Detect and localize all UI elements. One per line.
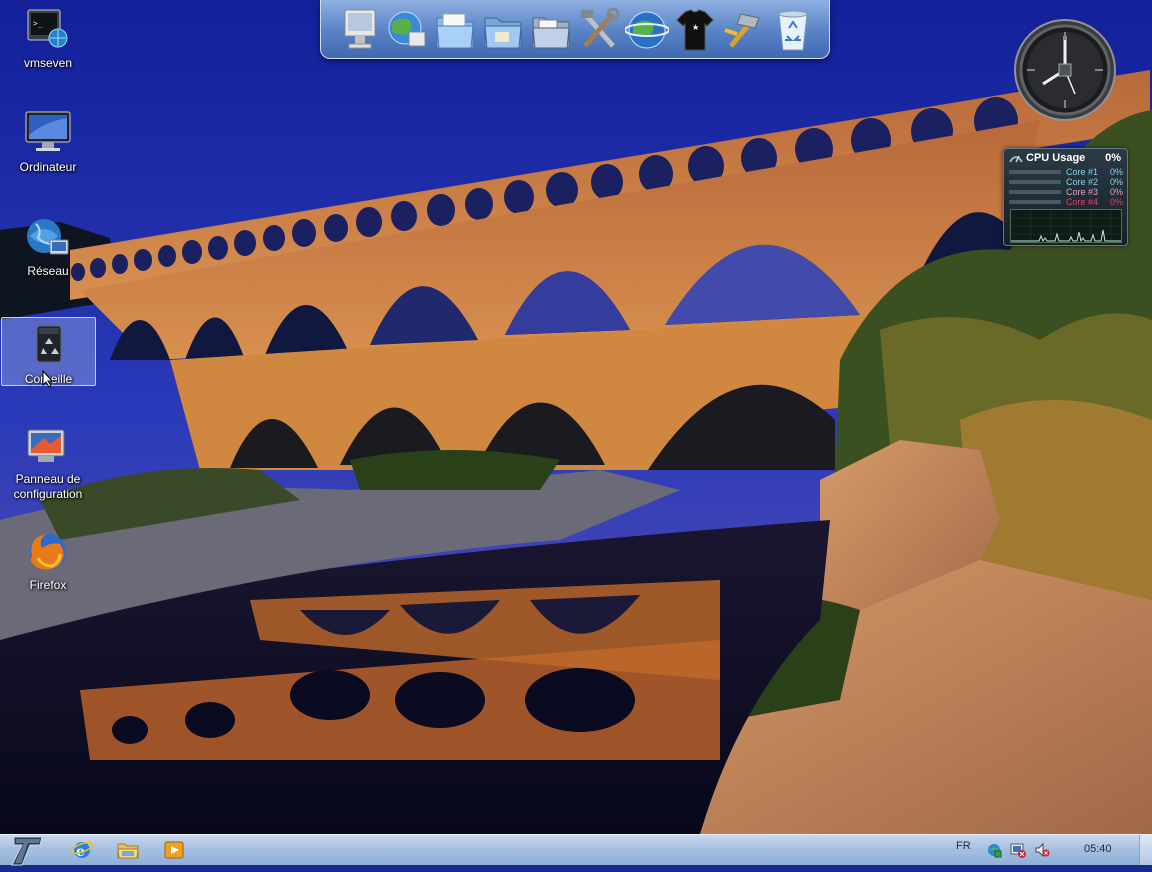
core-bar (1009, 200, 1061, 204)
taskbar: e FR 05:40 (0, 834, 1152, 866)
dock-computer-button[interactable] (339, 6, 383, 54)
desktop-icon-panneau-de-configuration[interactable]: Panneau de configuration (8, 422, 88, 502)
svg-text:>_: >_ (33, 19, 43, 28)
desktop-icon-ordinateur[interactable]: Ordinateur (8, 110, 88, 175)
tools-icon (581, 7, 620, 48)
tshirt-icon: ★ (676, 9, 714, 51)
cpu-gauge-icon (1009, 155, 1023, 163)
network-tray-button[interactable] (986, 842, 1002, 858)
desktop-icon-reseau[interactable]: Réseau (8, 214, 88, 279)
desktop-icon-firefox[interactable]: Firefox (8, 528, 88, 593)
taskbar-clock[interactable]: 05:40 (1084, 843, 1112, 855)
dock-pictures-button[interactable] (529, 6, 573, 54)
media-player-icon (164, 841, 184, 859)
network-icon (24, 214, 72, 262)
core-bar (1009, 190, 1061, 194)
taskbar-media-player-button[interactable] (162, 839, 186, 861)
documents-folder-icon (436, 13, 474, 49)
core-bar (1009, 170, 1061, 174)
recycle-bin-icon (25, 322, 73, 370)
action-center-icon (1010, 843, 1026, 858)
dock-network-button[interactable] (385, 6, 429, 54)
internet-globe-icon (624, 11, 670, 49)
language-indicator[interactable]: FR (956, 840, 971, 852)
network-tray-icon (988, 844, 1002, 858)
computer-icon (344, 9, 376, 49)
dock-documents-button[interactable] (433, 6, 477, 54)
computer-icon (24, 110, 72, 158)
cpu-usage-title: CPU Usage (1026, 152, 1086, 164)
core-value: 0% (1109, 187, 1123, 197)
core-name: Core #4 (1066, 197, 1099, 207)
svg-text:★: ★ (692, 23, 699, 32)
action-center-button[interactable] (1010, 842, 1026, 858)
core-value: 0% (1109, 167, 1123, 177)
mouse-cursor-icon (42, 370, 54, 388)
desktop-icon-label: configuration (13, 487, 83, 501)
cpu-core-row: Core #2 0% (1009, 177, 1123, 187)
dock-internet-button[interactable] (624, 6, 670, 54)
cpu-core-row: Core #3 0% (1009, 187, 1123, 197)
dock-recycle-bin-button[interactable] (771, 6, 815, 54)
cpu-usage-total: 0% (1105, 152, 1121, 164)
folder-icon (484, 17, 522, 49)
network-globe-icon (388, 11, 426, 47)
core-name: Core #1 (1066, 167, 1099, 177)
dock-tshirt-button[interactable]: ★ (673, 6, 717, 54)
cpu-usage-gadget[interactable]: CPU Usage 0% Core #1 0% Core #2 0% Core … (1003, 148, 1128, 246)
desktop-icon-label: Réseau (27, 264, 69, 278)
explorer-folder-icon (117, 843, 139, 859)
start-orb-icon (11, 836, 43, 866)
core-bar (1009, 180, 1061, 184)
core-name: Core #2 (1066, 177, 1099, 187)
desktop-icon-label: Firefox (29, 578, 67, 592)
cpu-core-row: Core #4 0% (1009, 197, 1123, 207)
clock-face-icon (1014, 19, 1116, 121)
taskbar-explorer-button[interactable] (116, 839, 140, 861)
desktop-icon-label: vmseven (23, 56, 73, 70)
cpu-history-graph (1010, 209, 1122, 243)
show-desktop-button[interactable] (1139, 835, 1152, 865)
dock-folder-button[interactable] (481, 6, 525, 54)
firefox-icon (24, 528, 72, 576)
start-button[interactable] (6, 829, 46, 867)
taskbar-internet-explorer-button[interactable]: e (70, 839, 94, 861)
vmseven-icon: >_ (24, 6, 72, 54)
clock-gadget[interactable] (1003, 18, 1127, 122)
cpu-core-row: Core #1 0% (1009, 167, 1123, 177)
internet-explorer-icon: e (70, 841, 94, 860)
control-panel-icon (24, 422, 72, 470)
dock-tools-button[interactable] (577, 6, 621, 54)
volume-muted-icon (1035, 842, 1050, 858)
volume-button[interactable] (1034, 842, 1050, 858)
core-name: Core #3 (1066, 187, 1099, 197)
dock-hammer-button[interactable] (721, 6, 765, 54)
desktop-wallpaper (0, 0, 1152, 834)
pictures-folder-icon (532, 17, 570, 49)
dock-bar: ★ (320, 0, 830, 59)
core-value: 0% (1109, 177, 1123, 187)
hammer-icon (724, 13, 760, 48)
core-value: 0% (1109, 197, 1123, 207)
desktop-icon-label: Ordinateur (19, 160, 77, 174)
recycle-bin-icon (778, 10, 808, 51)
desktop-icon-vmseven[interactable]: >_ vmseven (8, 6, 88, 71)
desktop-icon-label: Panneau de (15, 472, 81, 486)
